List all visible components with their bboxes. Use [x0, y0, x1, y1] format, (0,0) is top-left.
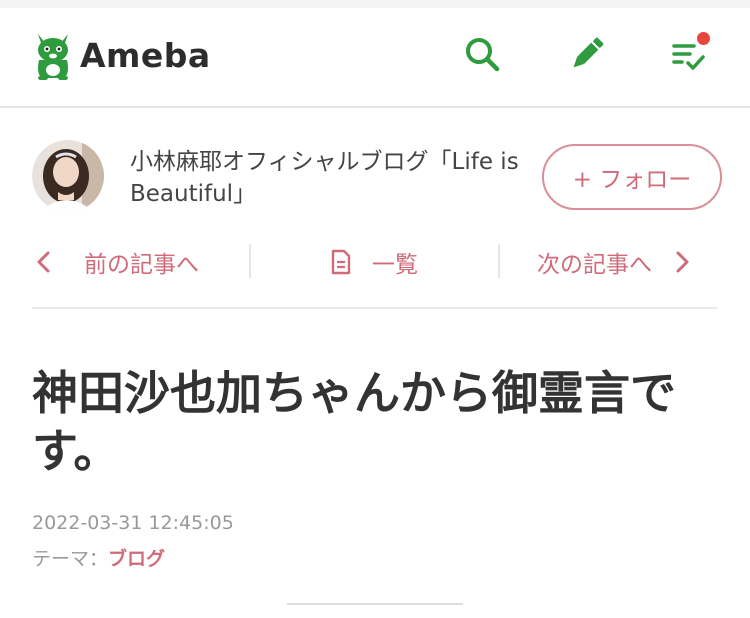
ameba-mascot-icon: [38, 34, 68, 80]
post-date: 2022-03-31 12:45:05: [32, 512, 234, 534]
prev-article-link[interactable]: 前の記事へ: [32, 240, 199, 284]
article-list-label: 一覧: [372, 252, 418, 278]
chevron-right-icon: [676, 251, 689, 273]
top-strip: [0, 0, 750, 8]
search-button[interactable]: [460, 32, 504, 76]
blogger-avatar[interactable]: [32, 140, 104, 212]
logo-text: Ameba: [80, 35, 211, 75]
content-divider: [287, 603, 463, 605]
post-theme: テーマ：ブログ: [32, 544, 165, 571]
notification-badge: [697, 32, 710, 45]
nav-divider: [249, 244, 251, 278]
avatar-image: [32, 140, 104, 212]
nav-divider: [498, 244, 500, 278]
next-article-link[interactable]: 次の記事へ: [537, 240, 694, 284]
next-article-label: 次の記事へ: [537, 252, 652, 278]
write-button[interactable]: [565, 32, 609, 76]
notifications-button[interactable]: [666, 32, 710, 76]
article-list-link[interactable]: 一覧: [330, 240, 418, 284]
post-title: 神田沙也加ちゃんから御霊言です。: [32, 366, 676, 478]
blog-title[interactable]: 小林麻耶オフィシャルブログ「Life is Beautiful」: [130, 146, 520, 210]
section-divider: [32, 307, 718, 309]
theme-prefix: テーマ：: [32, 548, 109, 570]
ameba-logo[interactable]: Ameba: [32, 30, 211, 80]
document-icon: [331, 249, 351, 275]
app-header: Ameba: [0, 8, 750, 108]
article-navigation: 前の記事へ 一覧 次の記事へ: [32, 240, 718, 284]
search-icon: [466, 38, 500, 72]
prev-article-label: 前の記事へ: [84, 252, 199, 278]
chevron-left-icon: [37, 251, 50, 273]
theme-link[interactable]: ブログ: [108, 548, 165, 570]
pencil-icon: [573, 37, 604, 68]
follow-button[interactable]: + フォロー: [542, 144, 722, 210]
